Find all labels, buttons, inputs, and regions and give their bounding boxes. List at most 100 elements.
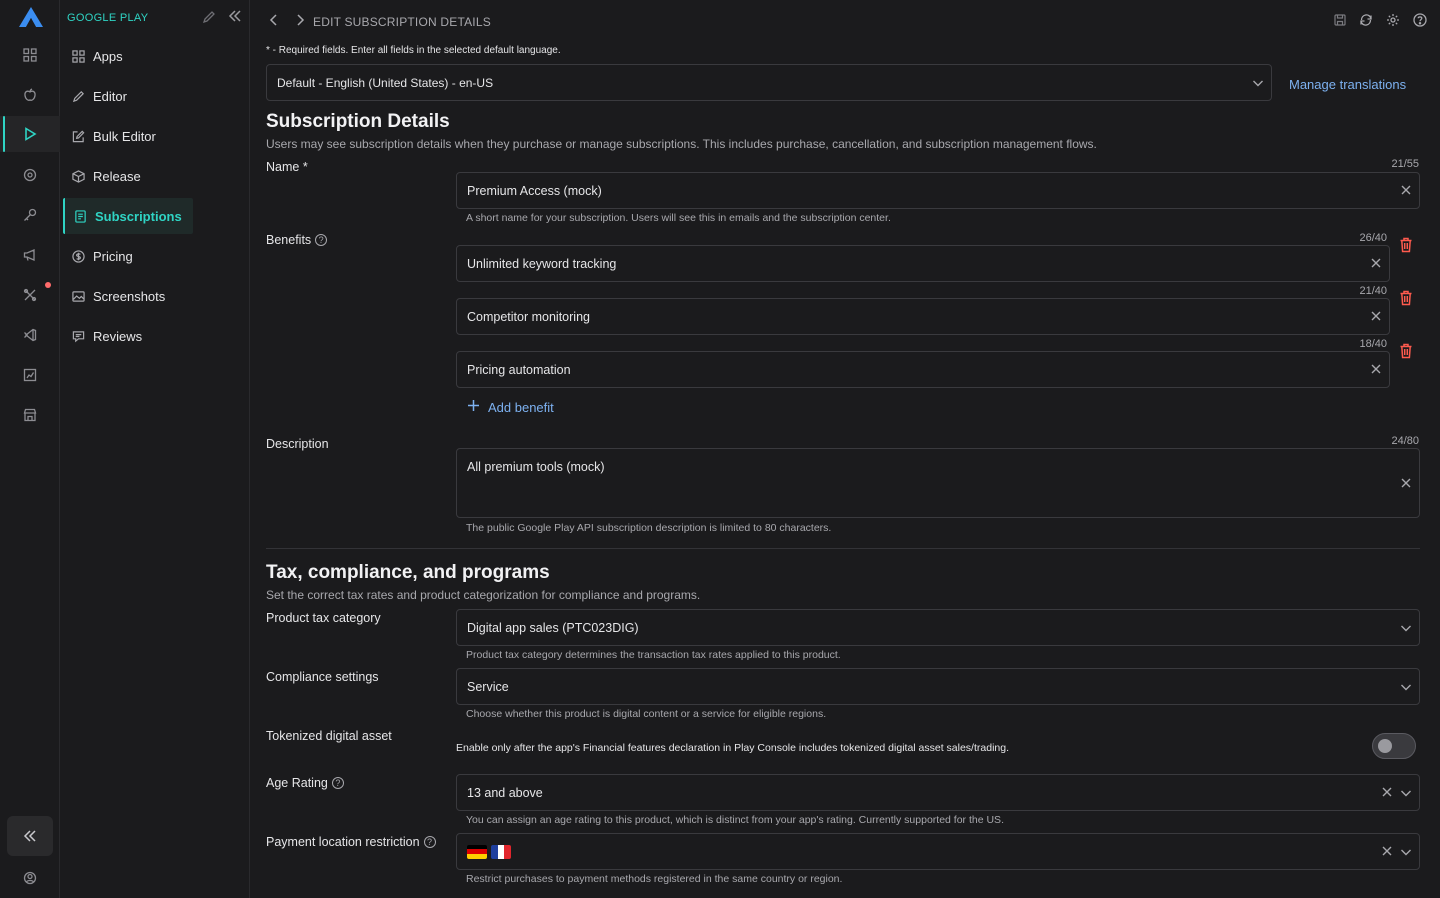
tools-icon[interactable] (0, 277, 60, 313)
user-account-icon[interactable] (0, 866, 60, 890)
target-icon[interactable] (0, 157, 60, 193)
sidebar-item-release[interactable]: Release (63, 158, 193, 194)
benefit-field[interactable]: Unlimited keyword tracking (456, 245, 1390, 282)
token-label-text: Tokenized digital asset (266, 729, 392, 743)
description-helper: The public Google Play API subscription … (466, 522, 832, 534)
clear-icon[interactable] (1370, 310, 1382, 322)
section-title-subscription-details: Subscription Details (266, 111, 450, 132)
payment-restriction-helper: Restrict purchases to payment methods re… (466, 873, 843, 885)
chevron-down-icon (1251, 76, 1265, 93)
age-rating-label: Age Rating ? (266, 776, 344, 790)
trash-icon[interactable] (1399, 290, 1413, 309)
clear-icon[interactable] (1381, 786, 1393, 798)
add-benefit-button[interactable]: Add benefit (467, 399, 554, 415)
box-icon (71, 169, 85, 183)
image-icon (71, 289, 85, 303)
save-icon[interactable] (1333, 13, 1347, 30)
sidebar-item-label: Editor (93, 88, 127, 104)
sidebar: GOOGLE PLAY Apps Editor Bulk Editor Rele… (60, 0, 250, 898)
language-select[interactable]: Default - English (United States) - en-U… (266, 64, 1272, 101)
notification-dot (45, 282, 51, 288)
trash-icon[interactable] (1399, 237, 1413, 256)
sidebar-item-reviews[interactable]: Reviews (63, 318, 193, 354)
description-label: Description (266, 437, 329, 451)
payment-restriction-label-text: Payment location restriction (266, 835, 420, 849)
apple-icon[interactable] (0, 77, 60, 113)
description-counter: 24/80 (1391, 435, 1419, 447)
benefit-field-value: Unlimited keyword tracking (467, 256, 617, 271)
required-note: * - Required fields. Enter all fields in… (266, 45, 561, 56)
pencil-icon[interactable] (202, 10, 216, 27)
benefit-field[interactable]: Pricing automation (456, 351, 1390, 388)
sidebar-item-label: Bulk Editor (93, 128, 156, 144)
tax-category-select[interactable]: Digital app sales (PTC023DIG) (456, 609, 1420, 646)
selected-flags (467, 844, 511, 859)
store-icon[interactable] (0, 397, 60, 433)
section-divider (266, 548, 1420, 549)
refresh-icon[interactable] (1359, 13, 1373, 30)
name-helper: A short name for your subscription. User… (466, 212, 891, 224)
age-rating-label-text: Age Rating (266, 776, 328, 790)
clear-icon[interactable] (1370, 257, 1382, 269)
description-textarea[interactable]: All premium tools (mock) (456, 448, 1420, 518)
age-rating-value: 13 and above (467, 785, 543, 800)
france-flag-icon[interactable] (491, 844, 511, 859)
token-description: Enable only after the app's Financial fe… (456, 742, 1009, 754)
collapse-sidebar-icon[interactable] (228, 9, 242, 26)
play-icon[interactable] (0, 116, 60, 152)
sidebar-item-subscriptions[interactable]: Subscriptions (63, 198, 193, 234)
chart-icon[interactable] (0, 357, 60, 393)
germany-flag-icon[interactable] (467, 844, 487, 859)
vscode-icon[interactable] (0, 317, 60, 353)
document-icon (73, 209, 87, 223)
compliance-select[interactable]: Service (456, 668, 1420, 705)
sidebar-item-apps[interactable]: Apps (63, 38, 193, 74)
plus-icon (467, 399, 480, 415)
benefit-counter: 26/40 (1359, 232, 1387, 244)
benefit-field-value: Pricing automation (467, 362, 571, 377)
key-icon[interactable] (0, 197, 60, 233)
payment-restriction-select[interactable] (456, 833, 1420, 870)
grid-icon[interactable] (0, 37, 60, 73)
grid-icon (71, 49, 85, 63)
tokenized-asset-toggle[interactable] (1372, 733, 1416, 759)
app-logo-icon[interactable] (18, 6, 44, 28)
token-label: Tokenized digital asset (266, 729, 392, 743)
gear-icon[interactable] (1386, 13, 1400, 30)
clear-icon[interactable] (1370, 363, 1382, 375)
benefit-counter: 18/40 (1359, 338, 1387, 350)
benefit-field[interactable]: Competitor monitoring (456, 298, 1390, 335)
edit-square-icon (71, 129, 85, 143)
back-chevron-icon[interactable] (268, 13, 280, 30)
forward-chevron-icon[interactable] (294, 13, 306, 30)
sidebar-item-pricing[interactable]: Pricing (63, 238, 193, 274)
help-circle-icon[interactable]: ? (331, 777, 344, 789)
platform-title: GOOGLE PLAY (67, 12, 149, 24)
megaphone-icon[interactable] (0, 237, 60, 273)
sidebar-item-label: Screenshots (93, 288, 166, 304)
collapse-rail-button[interactable] (7, 816, 53, 856)
sidebar-item-bulk-editor[interactable]: Bulk Editor (63, 118, 193, 154)
tax-category-label-text: Product tax category (266, 611, 381, 625)
manage-translations-link[interactable]: Manage translations (1289, 77, 1406, 92)
chevron-down-icon (1399, 786, 1413, 800)
compliance-helper: Choose whether this product is digital c… (466, 708, 827, 720)
age-rating-select[interactable]: 13 and above (456, 774, 1420, 811)
benefits-label: Benefits ? (266, 233, 328, 247)
name-label: Name * (266, 160, 308, 174)
help-icon[interactable] (1413, 13, 1427, 30)
language-select-value: Default - English (United States) - en-U… (277, 75, 494, 90)
section-title-tax: Tax, compliance, and programs (266, 562, 550, 583)
help-circle-icon[interactable]: ? (423, 836, 436, 848)
clear-icon[interactable] (1381, 845, 1393, 857)
help-circle-icon[interactable]: ? (315, 234, 328, 246)
name-field[interactable]: Premium Access (mock) (456, 172, 1420, 209)
tax-category-label: Product tax category (266, 611, 381, 625)
sidebar-item-screenshots[interactable]: Screenshots (63, 278, 193, 314)
trash-icon[interactable] (1399, 343, 1413, 362)
sidebar-item-editor[interactable]: Editor (63, 78, 193, 114)
clear-icon[interactable] (1400, 477, 1412, 489)
icon-rail (0, 0, 60, 898)
chevron-down-icon (1399, 621, 1413, 635)
clear-icon[interactable] (1400, 184, 1412, 196)
